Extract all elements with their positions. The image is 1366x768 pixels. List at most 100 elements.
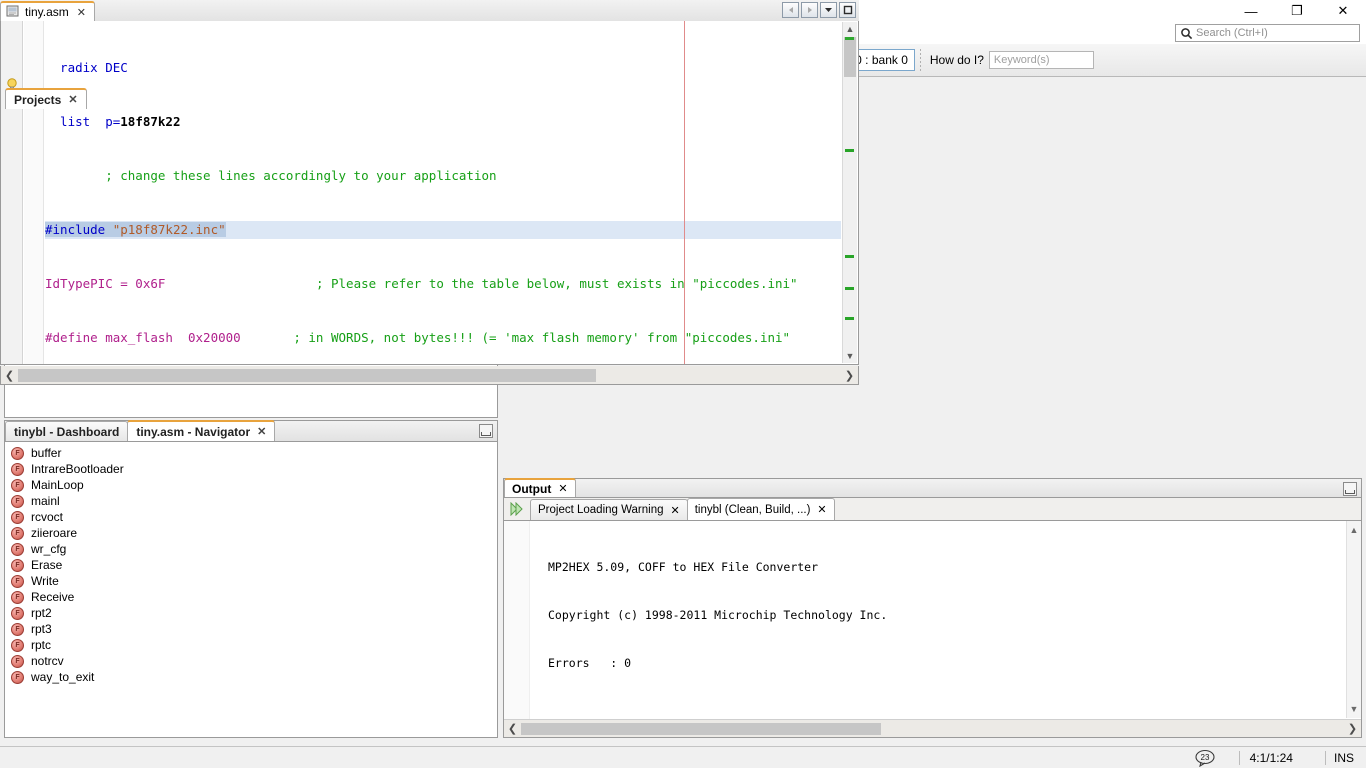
status-separator <box>1239 751 1240 765</box>
function-icon: F <box>11 655 24 668</box>
annotation-mark[interactable] <box>845 37 854 40</box>
list-item[interactable]: Fwr_cfg <box>11 541 497 557</box>
editor-annotation-strip <box>844 21 858 364</box>
close-icon[interactable]: ✕ <box>68 93 77 106</box>
annotation-mark[interactable] <box>845 287 854 290</box>
output-subtabs: Project Loading Warning ✕ tinybl (Clean,… <box>504 498 1361 521</box>
tab-navigator[interactable]: tiny.asm - Navigator ✕ <box>127 420 275 441</box>
navigator-tabstrip: tinybl - Dashboard tiny.asm - Navigator … <box>5 421 497 442</box>
list-item[interactable]: Frpt2 <box>11 605 497 621</box>
symbol-label: Receive <box>31 590 74 604</box>
scroll-down-icon[interactable]: ▼ <box>1347 704 1361 714</box>
tab-dashboard[interactable]: tinybl - Dashboard <box>5 421 128 441</box>
function-icon: F <box>11 511 24 524</box>
navigator-panel: tinybl - Dashboard tiny.asm - Navigator … <box>4 420 498 738</box>
function-icon: F <box>11 559 24 572</box>
insert-mode-indicator: INS <box>1334 751 1354 765</box>
tab-dashboard-label: tinybl - Dashboard <box>14 425 119 439</box>
editor-scroll-right-button[interactable] <box>801 2 818 18</box>
output-horizontal-scrollbar[interactable]: ❮ ❯ <box>504 719 1361 737</box>
list-item[interactable]: Fmainl <box>11 493 497 509</box>
close-button[interactable]: ✕ <box>1320 0 1366 22</box>
restore-button[interactable]: ❐ <box>1274 0 1320 22</box>
symbol-label: mainl <box>31 494 60 508</box>
code-line-highlighted: #include "p18f87k22.inc" <box>45 221 841 239</box>
list-item[interactable]: Fziieroare <box>11 525 497 541</box>
code-line: #define max_flash 0x20000 ; in WORDS, no… <box>45 329 841 347</box>
run-arrow-icon <box>504 498 530 520</box>
navigator-minimize-button[interactable] <box>479 424 493 438</box>
editor-maximize-button[interactable] <box>839 2 856 18</box>
tab-navigator-label: tiny.asm - Navigator <box>136 425 250 439</box>
search-icon <box>1176 25 1196 41</box>
how-do-i-input[interactable]: Keyword(s) <box>989 51 1094 69</box>
list-item[interactable]: Frptc <box>11 637 497 653</box>
scrollbar-thumb[interactable] <box>18 369 596 382</box>
annotation-mark[interactable] <box>845 255 854 258</box>
editor-scroll-left-button[interactable] <box>782 2 799 18</box>
editor-tab-list-button[interactable] <box>820 2 837 18</box>
close-icon[interactable]: ✕ <box>558 482 567 495</box>
list-item[interactable]: Fnotrcv <box>11 653 497 669</box>
editor-tab-tiny-asm[interactable]: tiny.asm ✕ <box>0 1 95 21</box>
output-minimize-button[interactable] <box>1343 482 1357 496</box>
function-icon: F <box>11 639 24 652</box>
output-panel: Output ✕ Project Loading Warning ✕ tinyb… <box>503 478 1362 738</box>
mplab-x-ide-window: MPLAB X IDE v5.20 - tinybl : default — ❐… <box>0 0 1366 768</box>
annotation-mark[interactable] <box>845 149 854 152</box>
close-icon[interactable]: ✕ <box>77 6 86 19</box>
symbol-label: rcvoct <box>31 510 63 524</box>
code-token: #define max_flash 0x20000 <box>45 330 241 345</box>
tab-output[interactable]: Output ✕ <box>504 478 576 497</box>
close-icon[interactable]: ✕ <box>257 425 266 438</box>
close-icon[interactable]: ✕ <box>671 504 680 517</box>
list-item[interactable]: FMainLoop <box>11 477 497 493</box>
search-input[interactable]: Search (Ctrl+I) <box>1175 24 1360 42</box>
scrollbar-thumb[interactable] <box>521 723 881 735</box>
scroll-right-icon[interactable]: ❯ <box>1344 722 1361 735</box>
function-icon: F <box>11 527 24 540</box>
list-item[interactable]: Fbuffer <box>11 445 497 461</box>
subtab-project-loading-warning[interactable]: Project Loading Warning ✕ <box>530 499 688 520</box>
minimize-button[interactable]: — <box>1228 0 1274 22</box>
output-vertical-scrollbar[interactable]: ▲ ▼ <box>1346 521 1361 718</box>
code-token <box>241 330 294 345</box>
code-token: ; Please refer to the table below, must … <box>316 276 798 291</box>
list-item[interactable]: FReceive <box>11 589 497 605</box>
status-bar: 23 4:1/1:24 INS <box>0 746 1366 768</box>
scroll-left-icon[interactable]: ❮ <box>504 722 521 735</box>
editor-horizontal-scrollbar[interactable]: ❮ ❯ <box>0 366 859 385</box>
code-line: ; change these lines accordingly to your… <box>45 167 841 185</box>
code-line: IdTypePIC = 0x6F ; Please refer to the t… <box>45 275 841 293</box>
scroll-up-icon[interactable]: ▲ <box>1347 521 1361 535</box>
code-token: radix DEC <box>45 60 128 75</box>
annotation-mark[interactable] <box>845 317 854 320</box>
right-margin-line <box>684 21 685 364</box>
output-console[interactable]: MP2HEX 5.09, COFF to HEX File Converter … <box>504 521 1361 737</box>
editor-panel: tiny.asm ✕ <box>0 0 859 386</box>
close-icon[interactable]: ✕ <box>817 503 826 516</box>
tab-projects[interactable]: Projects ✕ <box>5 88 87 109</box>
subtab-tinybl-build[interactable]: tinybl (Clean, Build, ...) ✕ <box>687 498 835 520</box>
subtab-label: Project Loading Warning <box>538 504 664 516</box>
list-item[interactable]: Frpt3 <box>11 621 497 637</box>
output-line: Errors : 0 <box>548 655 1341 671</box>
code-token: ; in WORDS, not bytes!!! (= 'max flash m… <box>293 330 790 345</box>
scroll-left-icon[interactable]: ❮ <box>1 369 18 382</box>
notification-badge[interactable]: 23 <box>1195 749 1217 767</box>
list-item[interactable]: FWrite <box>11 573 497 589</box>
list-item[interactable]: FIntrareBootloader <box>11 461 497 477</box>
list-item[interactable]: Frcvoct <box>11 509 497 525</box>
editor-tab-label: tiny.asm <box>25 5 69 19</box>
search-placeholder: Search (Ctrl+I) <box>1196 27 1268 39</box>
list-item[interactable]: FErase <box>11 557 497 573</box>
editor-tabstrip: tiny.asm ✕ <box>0 0 859 21</box>
editor-gutter[interactable] <box>1 21 23 364</box>
list-item[interactable]: Fway_to_exit <box>11 669 497 685</box>
scroll-right-icon[interactable]: ❯ <box>841 369 858 382</box>
symbol-label: rpt2 <box>31 606 52 620</box>
tab-projects-label: Projects <box>14 93 61 107</box>
code-editor[interactable]: radix DEC list p=18f87k22 ; change these… <box>0 21 859 365</box>
symbol-label: IntrareBootloader <box>31 462 124 476</box>
code-line: list p=18f87k22 <box>45 113 841 131</box>
